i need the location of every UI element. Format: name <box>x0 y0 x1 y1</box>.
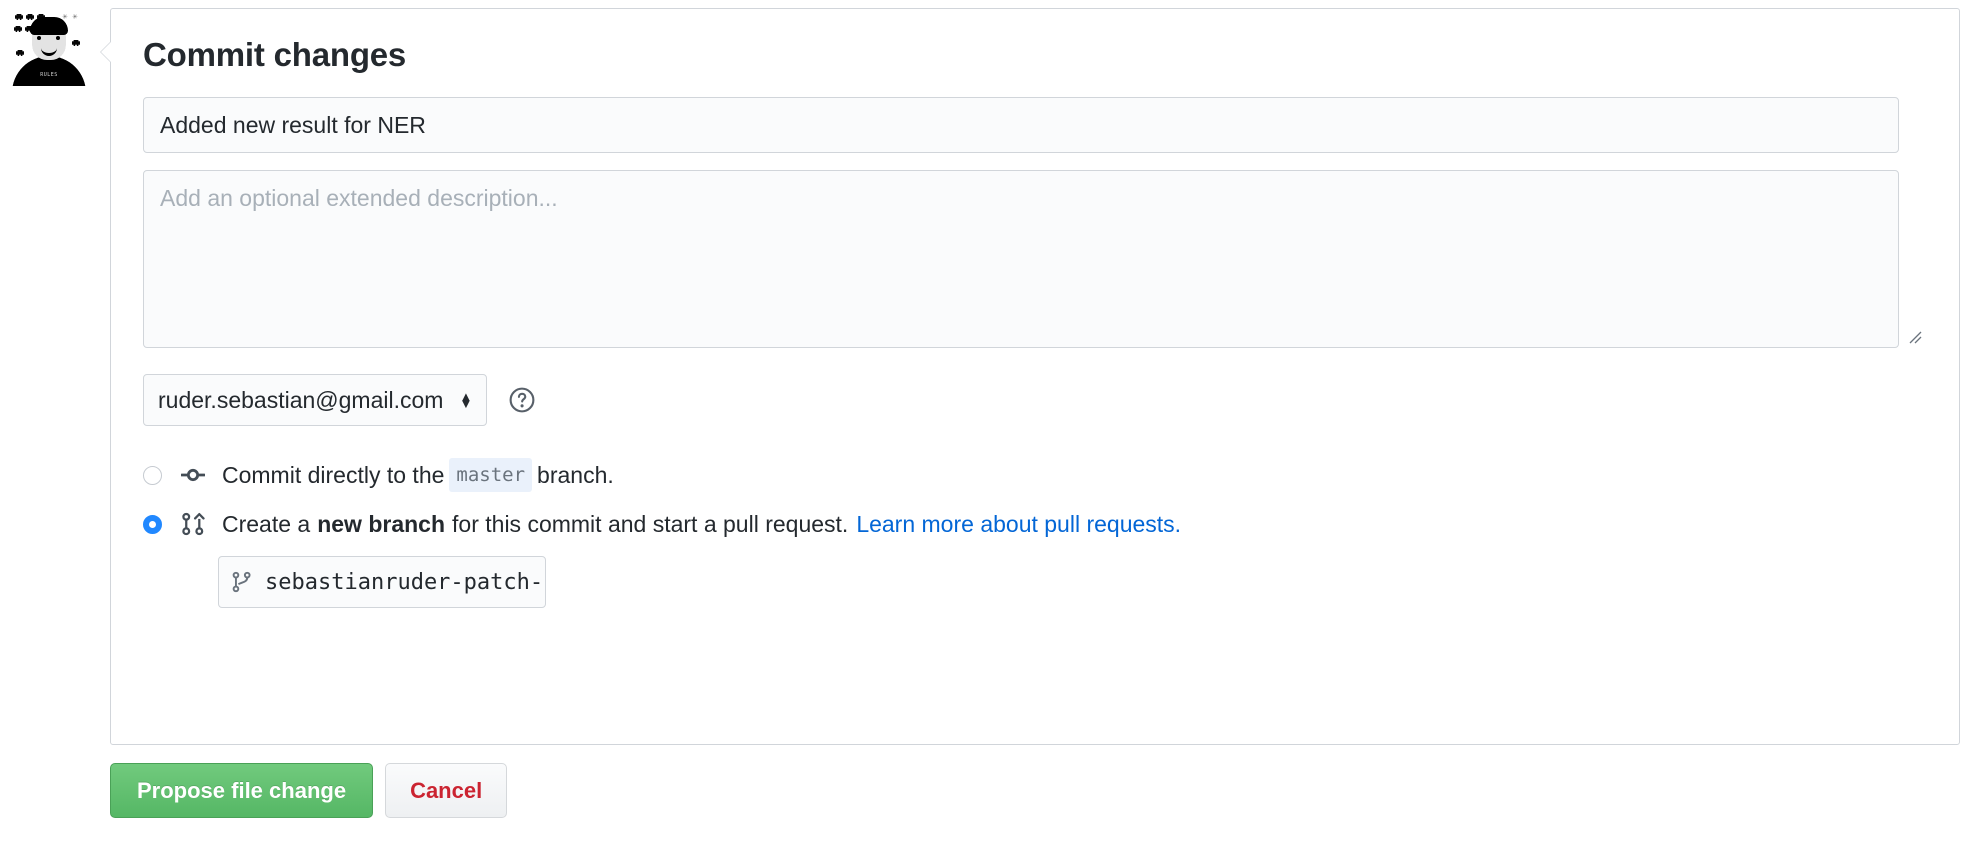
avatar[interactable]: ✳ ✳ RULES <box>10 8 88 86</box>
new-branch-name-value: sebastianruder-patch-1 <box>265 570 546 595</box>
option-create-new-branch[interactable]: Create a new branch for this commit and … <box>143 510 1927 538</box>
avatar-image: ✳ ✳ RULES <box>10 8 88 86</box>
author-email-row: ruder.sebastian@gmail.com ▲▼ <box>143 374 1927 426</box>
option-new-branch-text-after: for this commit and start a pull request… <box>452 510 848 538</box>
option-commit-directly[interactable]: Commit directly to the master branch. <box>143 458 1927 492</box>
option-commit-directly-text-after: branch. <box>537 461 614 489</box>
space-invader-icon <box>72 40 80 46</box>
new-branch-name-input[interactable]: sebastianruder-patch-1 <box>218 556 546 608</box>
commit-description-wrapper: Add an optional extended description... <box>143 170 1927 348</box>
avatar-shirt-text: RULES <box>40 72 58 78</box>
space-invader-icon <box>15 14 23 20</box>
chevron-updown-icon: ▲▼ <box>459 393 472 407</box>
resize-grip-icon[interactable] <box>1906 328 1922 344</box>
option-new-branch-text-before: Create a <box>222 510 310 538</box>
commit-changes-panel: Commit changes Added new result for NER … <box>110 8 1960 745</box>
git-commit-icon <box>180 462 206 488</box>
space-invader-icon <box>14 26 22 32</box>
space-invader-icon <box>26 14 34 20</box>
author-email-select[interactable]: ruder.sebastian@gmail.com ▲▼ <box>143 374 487 426</box>
commit-summary-input[interactable]: Added new result for NER <box>143 97 1899 153</box>
sparkle-icon: ✳ <box>72 14 78 20</box>
page-title: Commit changes <box>143 35 1927 75</box>
avatar-hair <box>30 17 68 35</box>
master-branch-name: master <box>449 458 532 492</box>
learn-more-pull-requests-link[interactable]: Learn more about pull requests. <box>856 510 1181 538</box>
option-commit-directly-text-before: Commit directly to the <box>222 461 444 489</box>
branch-option-group: Commit directly to the master branch. <box>143 458 1927 608</box>
question-circle-icon[interactable] <box>509 387 535 413</box>
radio-create-new-branch[interactable] <box>143 515 162 534</box>
form-actions: Propose file change Cancel <box>110 763 507 818</box>
git-pull-request-icon <box>180 511 206 537</box>
radio-commit-directly[interactable] <box>143 466 162 485</box>
avatar-torso <box>12 56 86 86</box>
propose-file-change-button[interactable]: Propose file change <box>110 763 373 818</box>
avatar-eye <box>56 36 60 40</box>
speech-bubble-caret <box>101 41 112 63</box>
author-email-value: ruder.sebastian@gmail.com <box>158 387 443 414</box>
option-new-branch-emphasis: new branch <box>317 510 445 538</box>
git-branch-icon <box>231 571 253 593</box>
commit-description-input[interactable]: Add an optional extended description... <box>143 170 1899 348</box>
cancel-button[interactable]: Cancel <box>385 763 507 818</box>
space-invader-icon <box>16 50 24 56</box>
avatar-eye <box>37 36 41 40</box>
